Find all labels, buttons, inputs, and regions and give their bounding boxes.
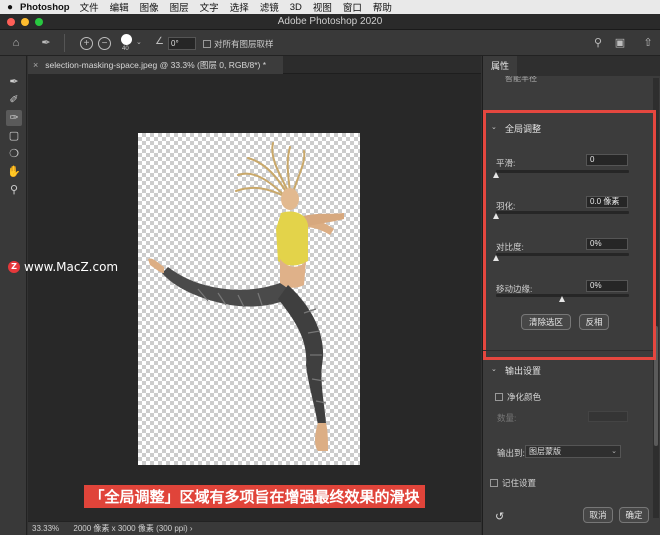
close-icon[interactable]: × (33, 60, 38, 70)
document-tab-title: selection-masking-space.jpeg @ 33.3% (图层… (45, 60, 267, 70)
properties-panel: 属性 智能半径 ⌄ 全局调整 平滑: 0 羽化: 0.0 像素 对比度: 0% … (482, 56, 660, 535)
dancer-back-leg (162, 267, 298, 307)
menu-image[interactable]: 图像 (140, 0, 159, 14)
properties-tab-bar: 属性 (483, 56, 660, 76)
decontaminate-checkbox[interactable] (495, 393, 503, 401)
tools-panel: ✒ ✐ ✑ ▢ ❍ ✋ ⚲ (0, 56, 27, 535)
angle-icon: ∠ (155, 36, 164, 47)
dancer-head (281, 188, 299, 210)
menu-window[interactable]: 窗口 (343, 0, 362, 14)
menu-file[interactable]: 文件 (80, 0, 99, 14)
sample-all-layers-label: 对所有图层取样 (214, 39, 274, 49)
dancer-front-foot (315, 423, 328, 451)
menu-type[interactable]: 文字 (200, 0, 219, 14)
invert-button[interactable]: 反相 (579, 314, 609, 330)
menu-3d[interactable]: 3D (290, 2, 302, 13)
menu-layer[interactable]: 图层 (170, 0, 189, 14)
brush-preview-icon[interactable] (121, 34, 132, 45)
menu-bar: ● Photoshop 文件 编辑 图像 图层 文字 选择 滤镜 3D 视图 窗… (0, 0, 660, 14)
document-image[interactable] (138, 133, 360, 465)
hair-strands (235, 142, 306, 198)
caption-text: 「全局调整」区域有多项旨在增强最终效果的滑块 (84, 485, 425, 508)
decontaminate-label: 净化颜色 (507, 392, 542, 402)
output-to-select[interactable]: 图层蒙版 ⌄ (525, 445, 621, 458)
sample-all-layers-checkbox[interactable] (203, 40, 211, 48)
properties-tab[interactable]: 属性 (483, 56, 517, 76)
dancer-back-foot (148, 258, 164, 273)
remember-settings-checkbox[interactable] (490, 479, 498, 487)
options-divider (64, 34, 65, 52)
dancer-top (276, 211, 308, 266)
zoom-level[interactable]: 33.33% (32, 524, 59, 533)
object-selection-icon[interactable]: ▢ (6, 128, 22, 144)
options-bar: ⌂ ✒ + − 40 ⌄ ∠ 0° 对所有图层取样 ⚲ ▣ ⇧ (0, 30, 660, 56)
menu-help[interactable]: 帮助 (373, 0, 392, 14)
smart-radius-label: 智能半径 (505, 76, 537, 83)
add-to-selection-icon[interactable]: + (80, 37, 93, 50)
chevron-down-icon[interactable]: ⌄ (136, 38, 142, 46)
lasso-tool-icon[interactable]: ❍ (6, 146, 22, 162)
tutorial-caption: 「全局调整」区域有多项旨在增强最终效果的滑块 (28, 485, 481, 508)
document-tab-bar: × selection-masking-space.jpeg @ 33.3% (… (28, 56, 481, 74)
canvas-area[interactable] (28, 74, 481, 521)
watermark-logo: Z (8, 261, 20, 273)
workspace-icon[interactable]: ▣ (612, 35, 628, 51)
amount-input[interactable] (588, 411, 628, 422)
search-icon[interactable]: ⚲ (590, 35, 606, 51)
status-bar: 33.33% 2000 像素 x 3000 像素 (300 ppi) › (28, 521, 481, 535)
cancel-button[interactable]: 取消 (583, 507, 613, 523)
refine-edge-brush-icon[interactable]: ✐ (6, 92, 22, 108)
menu-select[interactable]: 选择 (230, 0, 249, 14)
chevron-down-icon: ⌄ (611, 448, 617, 455)
watermark: Z www.MacZ.com (8, 260, 118, 274)
output-to-value: 图层蒙版 (529, 447, 561, 456)
document-dimensions: 2000 像素 x 3000 像素 (300 ppi) (73, 524, 188, 533)
panel-divider (483, 350, 653, 351)
clear-selection-button[interactable]: 清除选区 (521, 314, 571, 330)
menu-edit[interactable]: 编辑 (110, 0, 129, 14)
brush-size-label: 40 (122, 46, 129, 52)
quick-select-tool-icon[interactable]: ✒ (38, 35, 54, 51)
chevron-down-icon[interactable]: ⌄ (491, 365, 497, 373)
quick-selection-brush-icon[interactable]: ✒ (6, 74, 22, 90)
home-icon[interactable]: ⌂ (8, 35, 24, 51)
dancer-figure (148, 142, 344, 451)
window-title-bar: Adobe Photoshop 2020 (0, 14, 660, 30)
subtract-from-selection-icon[interactable]: − (98, 37, 111, 50)
menu-filter[interactable]: 滤镜 (260, 0, 279, 14)
remember-settings-label: 记住设置 (502, 478, 537, 488)
output-settings-header[interactable]: 输出设置 (505, 364, 541, 377)
brush-tool-icon[interactable]: ✑ (6, 110, 22, 126)
watermark-text: www.MacZ.com (24, 260, 119, 274)
undo-icon[interactable]: ↺ (495, 510, 504, 523)
menu-app-name[interactable]: Photoshop (20, 2, 70, 13)
ok-button[interactable]: 确定 (619, 507, 649, 523)
menu-view[interactable]: 视图 (313, 0, 332, 14)
document-tab[interactable]: × selection-masking-space.jpeg @ 33.3% (… (28, 56, 283, 74)
angle-input[interactable]: 0° (168, 37, 196, 50)
output-to-label: 输出到: (497, 448, 525, 458)
status-arrow-icon[interactable]: › (190, 524, 193, 533)
window-title: Adobe Photoshop 2020 (277, 16, 383, 27)
zoom-tool-icon[interactable]: ⚲ (6, 182, 22, 198)
amount-label: 数量: (497, 413, 517, 423)
hand-tool-icon[interactable]: ✋ (6, 164, 22, 180)
apple-icon[interactable]: ● (0, 2, 20, 13)
share-icon[interactable]: ⇧ (640, 35, 656, 51)
